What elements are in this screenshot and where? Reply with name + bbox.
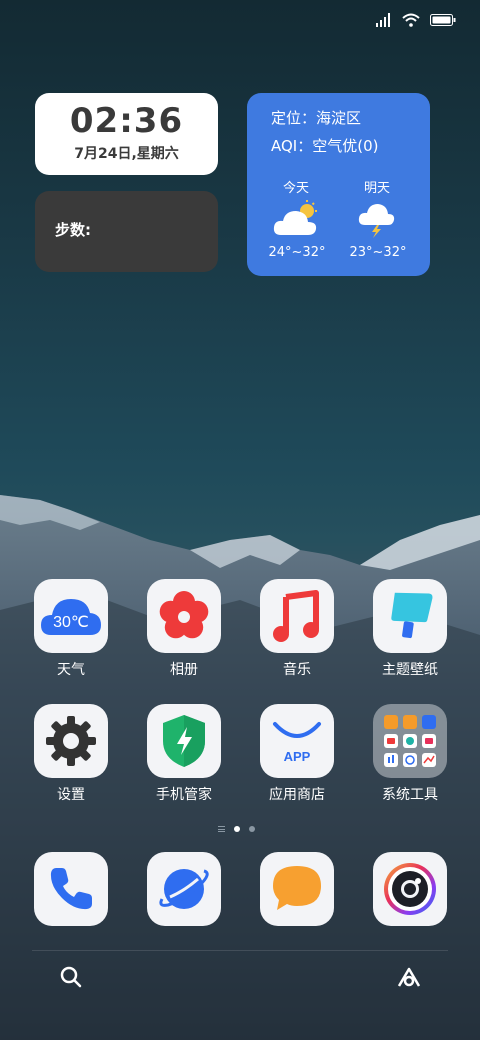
dock-messages[interactable] <box>247 852 347 926</box>
app-phone-manager[interactable]: 手机管家 <box>134 704 234 804</box>
paint-brush-icon <box>373 579 447 653</box>
weather-aqi: AQI：空气优(0) <box>271 137 379 155</box>
page-dot-current[interactable] <box>234 826 240 832</box>
weather-cloud-icon: 30℃ <box>34 579 108 653</box>
dock-browser[interactable] <box>134 852 234 926</box>
app-settings[interactable]: 设置 <box>21 704 121 804</box>
shield-bolt-icon <box>147 704 221 778</box>
weather-temp: 23°~32° <box>349 245 407 260</box>
search-icon[interactable] <box>56 962 86 992</box>
phone-icon <box>34 852 108 926</box>
weather-day-label: 今天 <box>282 181 309 196</box>
app-label: 音乐 <box>283 662 311 678</box>
app-label: 手机管家 <box>156 787 212 803</box>
steps-label: 步数: <box>55 221 91 239</box>
flower-icon <box>147 579 221 653</box>
dock-phone[interactable] <box>21 852 121 926</box>
dock-camera[interactable] <box>360 852 460 926</box>
clock-date: 7月24日,星期六 <box>74 146 179 162</box>
weather-temp: 24°~32° <box>268 245 326 260</box>
app-label: 天气 <box>57 662 85 678</box>
steps-widget[interactable]: 步数: <box>35 191 218 272</box>
assistant-icon[interactable] <box>394 962 424 992</box>
gear-icon <box>34 704 108 778</box>
weather-widget[interactable]: 定位：海淀区 AQI：空气优(0) 今天 明天 24°~32° 23°~32° <box>247 93 430 276</box>
app-app-store[interactable]: APP 应用商店 <box>247 704 347 804</box>
folder-icon <box>373 704 447 778</box>
dock-divider <box>32 950 448 951</box>
page-dot[interactable] <box>249 826 255 832</box>
weather-day-label: 明天 <box>363 181 390 196</box>
list-view-icon[interactable] <box>218 826 225 832</box>
status-bar <box>376 10 456 30</box>
wifi-icon <box>402 13 420 27</box>
svg-text:APP: APP <box>284 749 311 764</box>
battery-icon <box>430 13 456 27</box>
camera-icon <box>373 852 447 926</box>
app-music[interactable]: 音乐 <box>247 579 347 679</box>
music-note-icon <box>260 579 334 653</box>
app-label: 应用商店 <box>269 787 325 803</box>
partly-sunny-icon <box>271 199 321 243</box>
app-themes[interactable]: 主题壁纸 <box>360 579 460 679</box>
app-system-tools-folder[interactable]: 系统工具 <box>360 704 460 804</box>
signal-icon <box>376 13 392 27</box>
browser-planet-icon <box>147 852 221 926</box>
thunderstorm-icon <box>357 199 397 243</box>
app-store-icon: APP <box>260 704 334 778</box>
svg-text:30℃: 30℃ <box>53 614 89 631</box>
clock-widget[interactable]: 02:36 7月24日,星期六 <box>35 93 218 175</box>
app-weather[interactable]: 30℃ 天气 <box>21 579 121 679</box>
app-label: 设置 <box>57 787 85 803</box>
app-label: 主题壁纸 <box>382 662 438 678</box>
page-indicator[interactable] <box>218 826 255 832</box>
weather-location: 定位：海淀区 <box>271 109 362 127</box>
app-label: 相册 <box>170 662 198 678</box>
app-label: 系统工具 <box>382 787 438 803</box>
app-gallery[interactable]: 相册 <box>134 579 234 679</box>
clock-time: 02:36 <box>69 101 184 141</box>
messages-icon <box>260 852 334 926</box>
